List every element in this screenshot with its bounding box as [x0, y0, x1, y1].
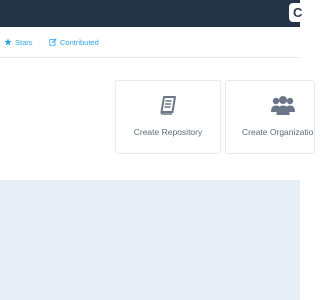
profile-tabs: Stars Contributed [0, 27, 300, 58]
book-icon [160, 96, 176, 115]
dashboard-main: Create Repository Create Organization [0, 58, 315, 180]
user-initial: C [293, 5, 303, 20]
user-menu-button[interactable]: C [289, 3, 303, 22]
top-navbar: C [0, 0, 303, 27]
create-organization-card[interactable]: Create Organization [225, 80, 315, 154]
star-icon [4, 38, 12, 46]
tab-stars-label: Stars [15, 37, 33, 47]
create-repository-label: Create Repository [133, 127, 203, 137]
edit-icon [49, 38, 57, 46]
tab-contributed-label: Contributed [60, 37, 99, 47]
create-repository-card[interactable]: Create Repository [115, 80, 221, 154]
users-icon [271, 96, 295, 115]
tab-contributed[interactable]: Contributed [49, 27, 99, 57]
lower-content-area [0, 180, 300, 300]
tab-stars[interactable]: Stars [4, 27, 33, 57]
create-organization-label: Create Organization [242, 127, 315, 137]
